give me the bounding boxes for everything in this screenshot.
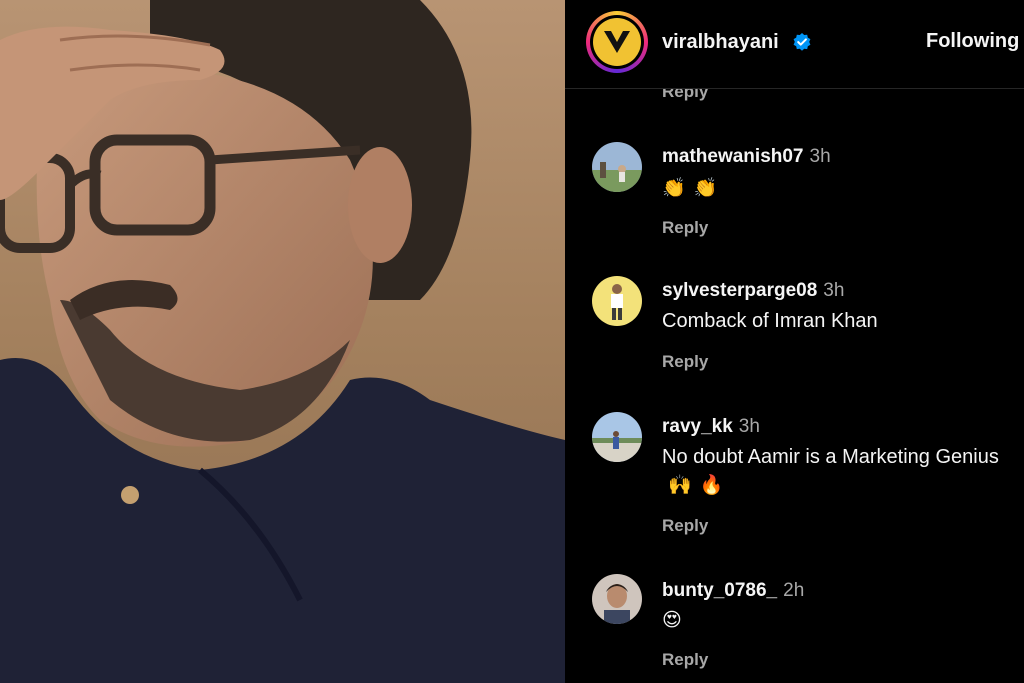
comment-timestamp[interactable]: 2h <box>783 580 804 601</box>
comment-username[interactable]: mathewanish07 <box>662 146 804 167</box>
brand-logo-icon <box>593 18 641 66</box>
following-button[interactable]: Following <box>926 30 1019 53</box>
fire-icon: 🔥 <box>699 474 724 496</box>
comment-username[interactable]: ravy_kk <box>662 416 733 437</box>
comment-text: 😍 <box>662 606 1002 634</box>
heart-eyes-icon: 😍 <box>662 609 682 631</box>
verified-badge-icon <box>793 33 811 51</box>
clapping-hands-icon: 👏 <box>662 177 686 199</box>
comments-panel: viralbhayani Following Reply mathewanish… <box>565 0 1024 683</box>
avatar[interactable] <box>592 276 642 326</box>
reply-button[interactable]: Reply <box>662 516 708 536</box>
comment-text: Comback of Imran Khan <box>662 310 878 332</box>
reply-button[interactable]: Reply <box>662 650 708 670</box>
post-photo-illustration <box>0 0 565 683</box>
comment-timestamp[interactable]: 3h <box>823 280 844 301</box>
avatar[interactable] <box>592 142 642 192</box>
avatar[interactable] <box>592 412 642 462</box>
post-photo[interactable] <box>0 0 565 683</box>
account-avatar-story-ring[interactable] <box>586 11 648 73</box>
comment-timestamp[interactable]: 3h <box>739 416 760 437</box>
reply-button[interactable]: Reply <box>662 218 708 238</box>
post-header: viralbhayani Following <box>565 0 1024 89</box>
clapping-hands-icon: 👏 <box>693 177 718 199</box>
account-username[interactable]: viralbhayani <box>662 31 779 54</box>
comment-timestamp[interactable]: 3h <box>810 146 831 167</box>
avatar[interactable] <box>592 574 642 624</box>
reply-button[interactable]: Reply <box>662 352 708 372</box>
instagram-post-view: viralbhayani Following Reply mathewanish… <box>0 0 1024 683</box>
comment-username[interactable]: bunty_0786_ <box>662 580 777 601</box>
comment-text: No doubt Aamir is a Marketing Genius 🙌 🔥 <box>662 446 999 496</box>
comment-username[interactable]: sylvesterparge08 <box>662 280 817 301</box>
raising-hands-icon: 🙌 <box>668 474 692 496</box>
comment-text: 👏 👏 <box>662 174 1002 202</box>
